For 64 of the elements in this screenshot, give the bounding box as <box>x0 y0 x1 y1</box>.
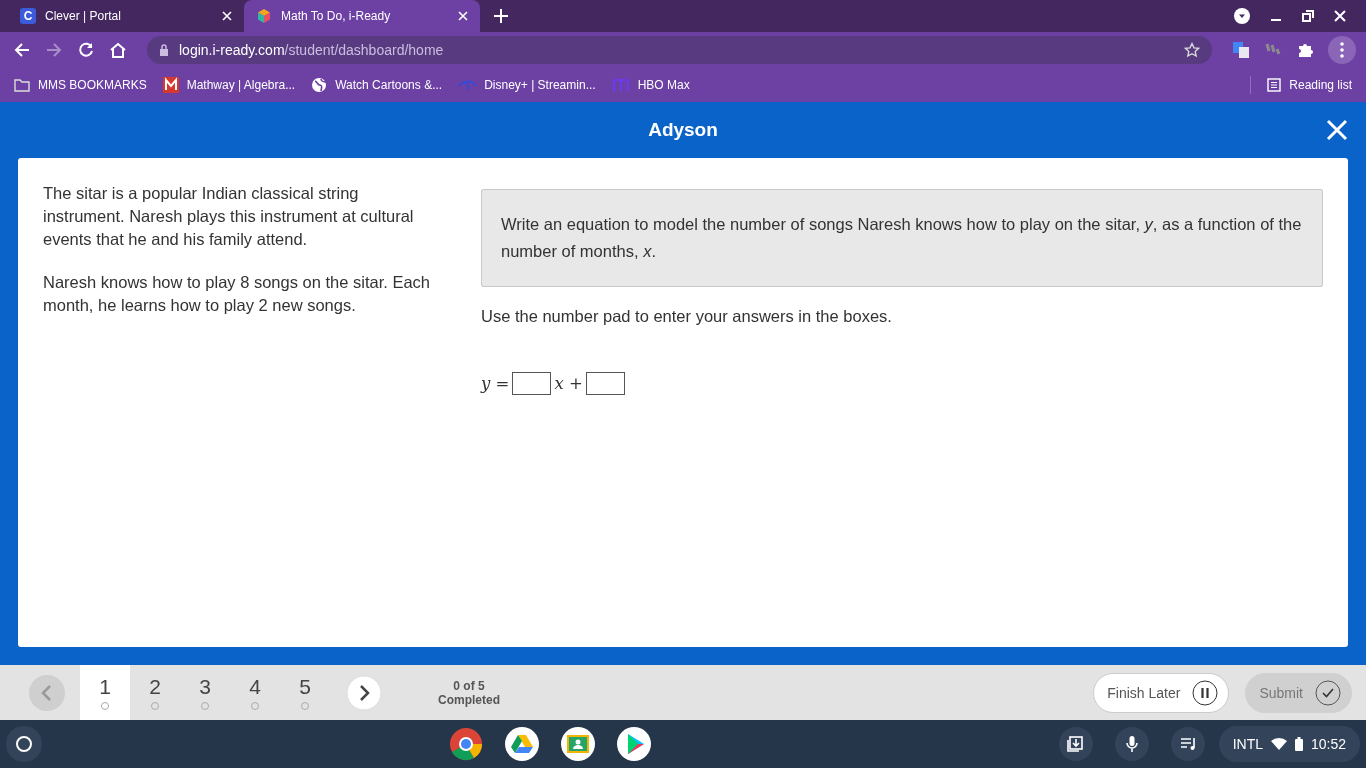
question-tab[interactable]: 3 <box>180 665 230 720</box>
next-button[interactable] <box>346 674 382 711</box>
cube-icon <box>256 8 272 24</box>
reading-list[interactable]: Reading list <box>1267 78 1352 92</box>
folder-icon <box>14 78 30 92</box>
m-logo-icon <box>611 78 630 92</box>
finish-later-button[interactable]: Finish Later <box>1093 672 1230 713</box>
restore-icon[interactable] <box>1302 10 1314 22</box>
check-icon <box>1315 679 1341 706</box>
answer-box[interactable] <box>585 372 625 395</box>
progress-text: 0 of 5 <box>453 678 485 693</box>
question-tab[interactable]: 5 <box>280 665 330 720</box>
puzzle-icon[interactable] <box>1296 41 1314 59</box>
play-store-icon[interactable] <box>617 727 652 761</box>
clever-icon: C <box>20 8 36 24</box>
browser-tab[interactable]: C Clever | Portal <box>8 0 244 32</box>
chrome-icon[interactable] <box>449 727 484 761</box>
question-tab[interactable]: 1 <box>80 665 130 720</box>
battery-icon <box>1294 737 1303 751</box>
drive-icon[interactable] <box>505 727 540 761</box>
new-tab-icon[interactable] <box>494 9 508 23</box>
list-icon <box>1267 78 1282 92</box>
reload-icon[interactable] <box>77 41 95 59</box>
status-tray[interactable]: INTL 10:52 <box>1218 726 1360 762</box>
bookmark[interactable]: MMS BOOKMARKS <box>14 78 147 92</box>
question-prompt: Write an equation to model the number of songs Naresh knows how to play on the sitar, y, as a function of the number of months, x. <box>481 189 1323 287</box>
close-icon[interactable] <box>222 11 232 21</box>
progress-text: Completed <box>438 692 500 707</box>
answer-box[interactable] <box>512 372 552 395</box>
address-bar[interactable]: login.i-ready.com/student/dashboard/home <box>147 36 1212 64</box>
instruction-text: Use the number pad to enter your answers in the boxes. <box>481 306 893 327</box>
menu-icon[interactable] <box>1328 36 1356 64</box>
classroom-icon[interactable] <box>561 727 596 761</box>
back-icon[interactable] <box>13 41 31 59</box>
swoosh-icon <box>458 78 477 92</box>
bookmark[interactable]: Watch Cartoons &... <box>311 77 443 93</box>
media-icon[interactable] <box>1170 727 1205 761</box>
bookmark[interactable]: HBO Max <box>611 78 690 92</box>
m-logo-icon <box>162 77 179 93</box>
equation-text: y = <box>481 373 510 395</box>
passage-paragraph: The sitar is a popular Indian classical string instrument. Naresh plays this instrument at cultural events that he and his family attend. <box>43 183 415 250</box>
home-icon[interactable] <box>109 41 127 59</box>
tab-search-icon[interactable] <box>1234 8 1250 24</box>
star-icon[interactable] <box>1184 42 1200 58</box>
passage-paragraph: Naresh knows how to play 8 songs on the sitar. Each month, he learns how to play 2 new songs. <box>43 272 432 316</box>
microphone-icon[interactable] <box>1114 727 1149 761</box>
close-icon[interactable] <box>1326 119 1348 141</box>
launcher-icon[interactable] <box>6 726 42 762</box>
forward-icon[interactable] <box>45 41 63 59</box>
question-tab[interactable]: 4 <box>230 665 280 720</box>
lock-icon <box>159 44 169 56</box>
student-name: Adyson <box>648 119 718 141</box>
bookmark[interactable]: Mathway | Algebra... <box>162 77 296 93</box>
translate-icon[interactable] <box>1232 41 1250 59</box>
equation-text: x + <box>554 373 583 395</box>
globe-icon <box>311 77 328 93</box>
browser-tab[interactable]: Math To Do, i-Ready <box>244 0 480 32</box>
wifi-icon <box>1270 737 1287 751</box>
screenshot-icon[interactable] <box>1058 727 1093 761</box>
close-icon[interactable] <box>458 11 468 21</box>
question-tab[interactable]: 2 <box>130 665 180 720</box>
close-icon[interactable] <box>1334 10 1346 22</box>
bookmark[interactable]: Disney+ | Streamin... <box>458 78 596 92</box>
pause-icon <box>1192 679 1219 706</box>
